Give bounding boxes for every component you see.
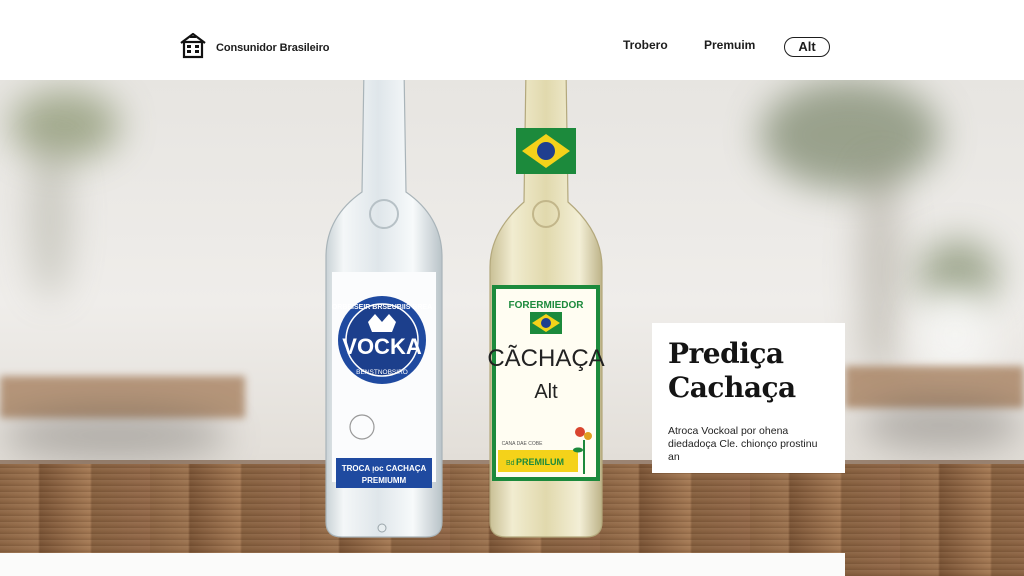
nav-link-premuim[interactable]: Premuim (704, 38, 755, 52)
promo-title-line1: Prediça (668, 337, 784, 370)
nav-link-trobero[interactable]: Trobero (623, 38, 668, 52)
cachaca-small-text: CANA DAE COBE (502, 441, 544, 447)
promo-card: Prediça Cachaça Atroca Vockoal por ohena… (652, 323, 845, 473)
promo-title-line2: Cachaça (668, 371, 796, 404)
cachaca-label-top: FORERMIEDOR (509, 300, 585, 311)
brand-name: Consunidor Brasileiro (216, 41, 330, 54)
vodka-label-bottom: BENSTNOBSIRO (356, 369, 408, 376)
house-logo-icon (178, 30, 208, 65)
vodka-band-line2: PREMIUMM (362, 476, 407, 485)
bottom-content-strip (0, 553, 845, 576)
top-navigation-bar: Consunidor Brasileiro Trobero Premuim Al… (0, 0, 1024, 80)
alt-button[interactable]: Alt (784, 37, 830, 57)
vodka-bottle: ORBEISEIR BRSEUBIIS BREA VOCKA BENSTNOBS… (325, 80, 443, 538)
vodka-band-line1: TROCA ᴉᴏᴄ CACHAÇA (342, 464, 427, 473)
vodka-brand: VOCKA (342, 334, 422, 359)
cachaca-subtitle: Alt (534, 381, 558, 403)
brand[interactable]: Consunidor Brasileiro (178, 30, 330, 65)
cachaca-brand: CÃCHAÇA (487, 345, 604, 372)
promo-description: Atroca Vockoal por ohena diedadoça Cle. … (668, 425, 818, 463)
cachaca-bottle: FORERMIEDOR CÃCHAÇA Alt CANA DAE COBE Bd… (487, 80, 605, 538)
cachaca-band-mark: Bd (506, 460, 515, 467)
vodka-label-top: ORBEISEIR BRSEUBIIS BREA (332, 304, 432, 311)
hero-product-image: ORBEISEIR BRSEUBIIS BREA VOCKA BENSTNOBS… (0, 80, 1024, 576)
cachaca-band-text: PREMILUM (516, 457, 564, 467)
